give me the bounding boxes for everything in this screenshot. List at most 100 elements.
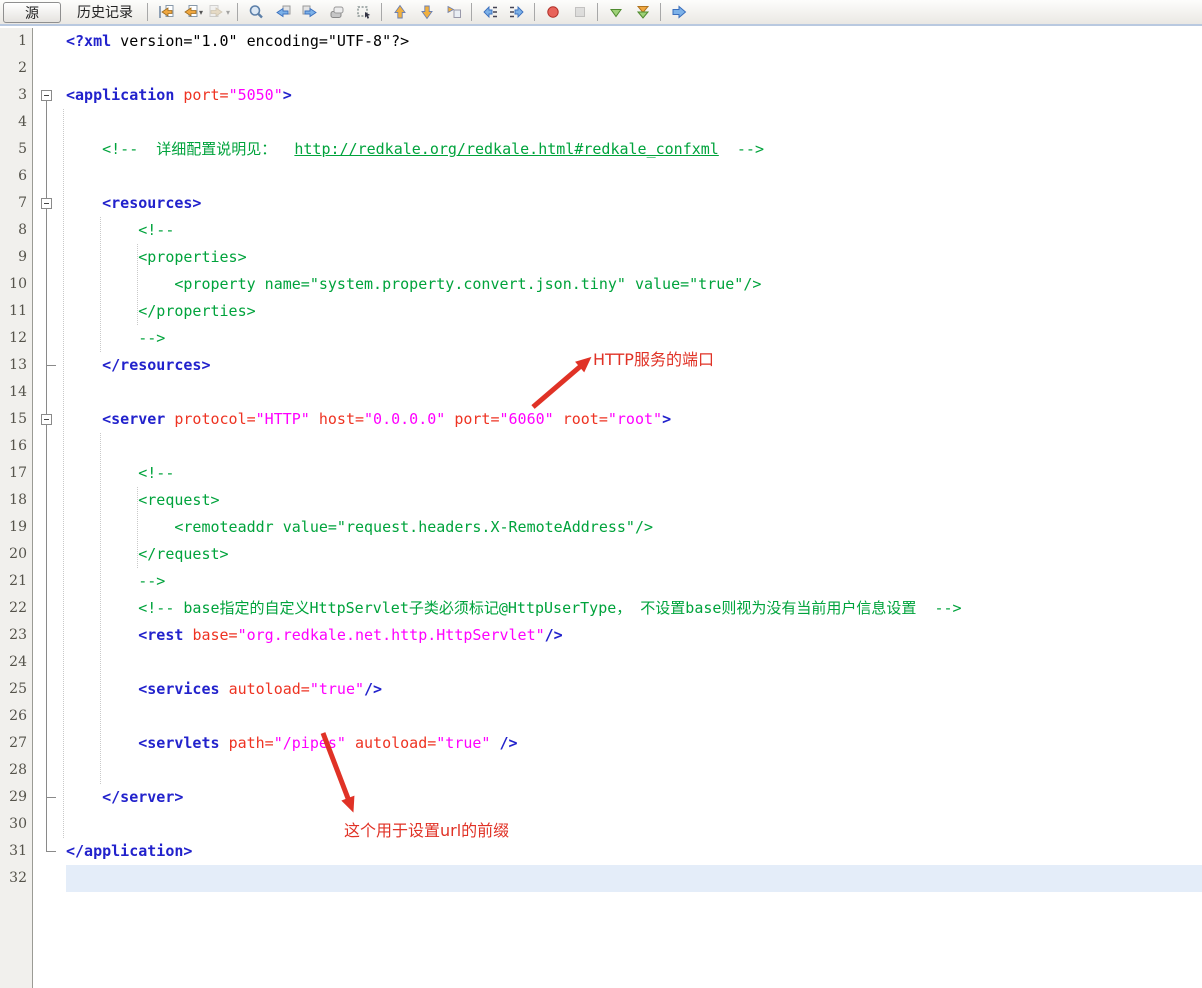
current-line-highlight xyxy=(66,865,1202,892)
fold-end-mark xyxy=(46,365,56,366)
line-number: 22 xyxy=(0,595,32,622)
find-next-occurrence-icon xyxy=(302,4,318,20)
fold-collapse-box[interactable] xyxy=(41,90,52,101)
code-line[interactable]: <application port="5050"> xyxy=(66,82,292,109)
tab-source[interactable]: 源 xyxy=(3,2,61,23)
code-line[interactable]: --> xyxy=(66,568,165,595)
toolbar-icons: ▾▾ xyxy=(152,1,692,23)
annotation-text: 这个用于设置url的前缀 xyxy=(344,817,509,841)
find-previous-occurrence-button[interactable] xyxy=(270,1,295,23)
collapse-fold-button[interactable] xyxy=(603,1,628,23)
line-number: 21 xyxy=(0,568,32,595)
line-number: 5 xyxy=(0,136,32,163)
line-number: 30 xyxy=(0,811,32,838)
find-selection-icon xyxy=(248,4,264,20)
collapse-fold-icon xyxy=(608,4,624,20)
toggle-bookmark-icon xyxy=(446,4,462,20)
next-bookmark-button[interactable] xyxy=(414,1,439,23)
toolbar-separator xyxy=(660,3,661,21)
next-bookmark-icon xyxy=(419,4,435,20)
line-number: 15 xyxy=(0,406,32,433)
tab-history[interactable]: 历史记录 xyxy=(67,2,143,23)
code-line[interactable]: <remoteaddr value="request.headers.X-Rem… xyxy=(66,514,653,541)
code-line[interactable]: <server protocol="HTTP" host="0.0.0.0" p… xyxy=(66,406,671,433)
stop-macro-recording-button[interactable] xyxy=(567,1,592,23)
previous-bookmark-icon xyxy=(392,4,408,20)
code-line[interactable]: <resources> xyxy=(66,190,201,217)
line-number: 6 xyxy=(0,163,32,190)
last-edit-position-icon xyxy=(158,4,174,20)
view-tabs: 源 历史记录 xyxy=(3,2,143,23)
annotation-text: HTTP服务的端口 xyxy=(593,346,714,370)
fold-end-mark xyxy=(46,797,56,798)
toolbar-separator xyxy=(147,3,148,21)
line-number: 4 xyxy=(0,109,32,136)
line-number: 31 xyxy=(0,838,32,865)
dropdown-caret-icon[interactable]: ▾ xyxy=(226,8,230,17)
jump-back-icon xyxy=(182,4,198,20)
code-line[interactable]: </application> xyxy=(66,838,192,865)
line-number: 32 xyxy=(0,865,32,892)
toggle-rectangular-selection-button[interactable] xyxy=(351,1,376,23)
go-to-next-button[interactable] xyxy=(666,1,691,23)
shift-line-left-button[interactable] xyxy=(477,1,502,23)
find-next-occurrence-button[interactable] xyxy=(297,1,322,23)
code-line[interactable]: <request> xyxy=(66,487,220,514)
line-number: 16 xyxy=(0,433,32,460)
shift-line-right-icon xyxy=(509,4,525,20)
toggle-bookmark-button[interactable] xyxy=(441,1,466,23)
start-macro-recording-icon xyxy=(545,4,561,20)
line-number: 19 xyxy=(0,514,32,541)
code-line[interactable]: </server> xyxy=(66,784,183,811)
line-number: 25 xyxy=(0,676,32,703)
code-line[interactable]: </request> xyxy=(66,541,229,568)
code-line[interactable]: <!-- base指定的自定义HttpServlet子类必须标记@HttpUse… xyxy=(66,595,962,622)
toggle-rectangular-selection-icon xyxy=(356,4,372,20)
fold-collapse-box[interactable] xyxy=(41,198,52,209)
toolbar-separator xyxy=(597,3,598,21)
code-line[interactable]: <?xml version="1.0" encoding="UTF-8"?> xyxy=(66,28,409,55)
previous-bookmark-button[interactable] xyxy=(387,1,412,23)
line-number: 14 xyxy=(0,379,32,406)
fold-line xyxy=(46,101,47,851)
jump-forward-icon xyxy=(209,4,225,20)
fold-end-mark xyxy=(46,851,56,852)
find-selection-button[interactable] xyxy=(243,1,268,23)
code-line[interactable]: <!-- xyxy=(66,217,174,244)
code-line[interactable]: </resources> xyxy=(66,352,211,379)
toggle-highlight-search-button[interactable] xyxy=(324,1,349,23)
toolbar-separator xyxy=(534,3,535,21)
shift-line-right-button[interactable] xyxy=(504,1,529,23)
line-number: 9 xyxy=(0,244,32,271)
last-edit-position-button[interactable] xyxy=(153,1,178,23)
fold-collapse-box[interactable] xyxy=(41,414,52,425)
toggle-highlight-search-icon xyxy=(329,4,345,20)
code-line[interactable]: <property name="system.property.convert.… xyxy=(66,271,761,298)
code-line[interactable]: --> xyxy=(66,325,165,352)
start-macro-recording-button[interactable] xyxy=(540,1,565,23)
line-number: 8 xyxy=(0,217,32,244)
code-line[interactable]: </properties> xyxy=(66,298,256,325)
code-line[interactable]: <rest base="org.redkale.net.http.HttpSer… xyxy=(66,622,563,649)
line-number: 27 xyxy=(0,730,32,757)
toolbar-separator xyxy=(381,3,382,21)
indent-guide xyxy=(63,109,64,838)
code-line[interactable]: <services autoload="true"/> xyxy=(66,676,382,703)
collapse-all-folds-button[interactable] xyxy=(630,1,655,23)
jump-back-button[interactable]: ▾ xyxy=(180,1,205,23)
line-number: 7 xyxy=(0,190,32,217)
collapse-all-folds-icon xyxy=(635,4,651,20)
line-number: 2 xyxy=(0,55,32,82)
code-line[interactable]: <servlets path="/pipes" autoload="true" … xyxy=(66,730,518,757)
dropdown-caret-icon[interactable]: ▾ xyxy=(199,8,203,17)
line-number: 10 xyxy=(0,271,32,298)
line-number: 3 xyxy=(0,82,32,109)
go-to-next-icon xyxy=(671,4,687,20)
line-number: 12 xyxy=(0,325,32,352)
jump-forward-button[interactable]: ▾ xyxy=(207,1,232,23)
line-number: 13 xyxy=(0,352,32,379)
code-line[interactable]: <!-- 详细配置说明见： http://redkale.org/redkale… xyxy=(66,136,764,163)
code-line[interactable]: <!-- xyxy=(66,460,174,487)
code-editor[interactable]: 1234567891011121314151617181920212223242… xyxy=(0,28,1202,988)
code-line[interactable]: <properties> xyxy=(66,244,247,271)
